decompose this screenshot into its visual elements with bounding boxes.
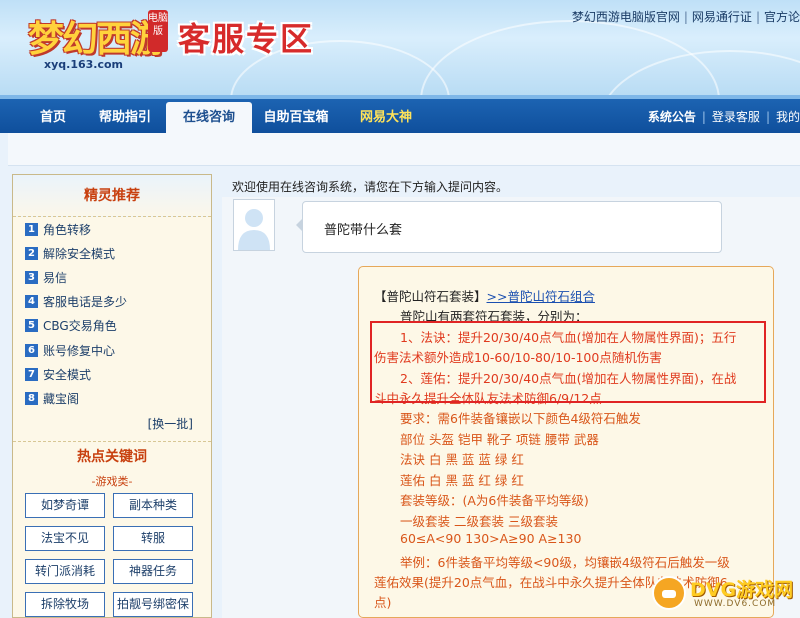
logo-text: 梦幻西游 (28, 18, 166, 60)
refresh-button[interactable]: [换一批] (13, 415, 211, 435)
list-item[interactable]: 2 解除安全模式 (25, 241, 199, 265)
user-silhouette-icon (238, 209, 270, 250)
item-label: 角色转移 (43, 222, 92, 237)
recommend-list: 1 角色转移 2 解除安全模式 3 易信 4 客服电话是多少 5 CBG交易角色 6 账号修… (13, 217, 211, 411)
list-item[interactable]: 1 角色转移 (25, 217, 199, 241)
reply-lianyou-row: 莲佑 白 黑 蓝 红 绿 红 (400, 473, 524, 488)
sidebar-title: 精灵推荐 (13, 175, 211, 217)
nav-mine[interactable]: 我的 (776, 110, 800, 124)
page-title: 客服专区 (178, 20, 315, 58)
nav-help[interactable]: 帮助指引 (90, 102, 160, 133)
logo-url: xyq.163.com (44, 58, 123, 71)
reply-title-bracket: 【普陀山符石套装】 (374, 289, 487, 304)
nav-self-service[interactable]: 自助百宝箱 (256, 102, 336, 133)
item-number: 8 (25, 391, 38, 405)
watermark-url: WWW.DV6.COM (694, 599, 777, 609)
keyword-button[interactable]: 神器任务 (113, 558, 193, 584)
top-link-passport[interactable]: 网易通行证 (692, 10, 752, 24)
item-label: 藏宝阁 (43, 391, 80, 406)
list-item[interactable]: 8 藏宝阁 (25, 386, 199, 410)
keyword-button[interactable]: 法宝不见 (25, 525, 105, 551)
reply-title-link[interactable]: >>普陀山符石组合 (487, 289, 595, 304)
list-item[interactable]: 7 安全模式 (25, 362, 199, 386)
sub-bar (8, 133, 800, 166)
highlight-box (370, 321, 766, 403)
item-label: 安全模式 (43, 367, 92, 382)
nav-announcement[interactable]: 系统公告 (648, 110, 696, 124)
nav-netease-dashen[interactable]: 网易大神 (348, 102, 424, 133)
list-item[interactable]: 3 易信 (25, 265, 199, 289)
sidebar: 精灵推荐 1 角色转移 2 解除安全模式 3 易信 4 客服电话是多少 5 CBG交易角色… (12, 174, 212, 618)
item-number: 7 (25, 367, 38, 381)
item-label: 客服电话是多少 (43, 295, 128, 310)
top-link-official[interactable]: 梦幻西游电脑版官网 (572, 10, 680, 24)
top-link-forum[interactable]: 官方论 (764, 10, 800, 24)
user-avatar (233, 199, 275, 251)
reply-requirement: 要求：需6件装备镶嵌以下颜色4级符石触发 (400, 411, 641, 426)
keyword-button[interactable]: 转门派消耗 (25, 558, 105, 584)
list-item[interactable]: 5 CBG交易角色 (25, 314, 199, 338)
welcome-text: 欢迎使用在线咨询系统，请您在下方输入提问内容。 (232, 180, 509, 194)
item-number: 5 (25, 319, 38, 333)
keyword-button[interactable]: 如梦奇谭 (25, 492, 105, 518)
hot-keywords-subtitle: -游戏类- (91, 474, 133, 488)
watermark-text: DVG游戏网 (690, 579, 794, 601)
item-label: 易信 (43, 270, 68, 285)
reply-example-c: 点) (374, 595, 392, 610)
item-label: CBG交易角色 (43, 319, 117, 334)
item-number: 6 (25, 343, 38, 357)
reply-fajue-row: 法诀 白 黑 蓝 蓝 绿 红 (400, 452, 524, 467)
top-links: 梦幻西游电脑版官网 | 网易通行证 | 官方论 (571, 10, 800, 24)
gamepad-icon (652, 576, 686, 610)
logo-badge: 电脑版 (148, 10, 168, 52)
nav-login[interactable]: 登录客服 (712, 110, 760, 124)
keyword-button[interactable]: 转服 (113, 525, 193, 551)
item-number: 2 (25, 246, 38, 260)
user-question: 普陀带什么套 (324, 223, 403, 238)
reply-levels: 一级套装 二级套装 三级套装 (400, 514, 558, 529)
item-label: 账号修复中心 (43, 343, 116, 358)
reply-parts: 部位 头盔 铠甲 靴子 项链 腰带 武器 (400, 432, 599, 447)
nav-strip (0, 95, 800, 99)
watermark: DVG游戏网 WWW.DV6.COM (650, 572, 800, 616)
nav-home[interactable]: 首页 (22, 102, 84, 133)
keyword-grid: 如梦奇谭 副本种类 法宝不见 转服 转门派消耗 神器任务 拆除牧场 拍靓号绑密保 (13, 492, 211, 617)
keyword-button[interactable]: 拆除牧场 (25, 591, 105, 617)
item-label: 解除安全模式 (43, 246, 116, 261)
reply-example-a: 举例：6件装备平均等级<90级，均镶嵌4级符石后触发一级 (400, 555, 730, 570)
hot-keywords-title: 热点关键词 (13, 440, 211, 471)
item-number: 4 (25, 295, 38, 309)
reply-title: 【普陀山符石套装】>>普陀山符石组合 (374, 286, 595, 305)
keyword-button[interactable]: 副本种类 (113, 492, 193, 518)
reply-level: 套装等级：(A为6件装备平均等级) (400, 493, 589, 508)
reply-ranges: 60≤A<90 130>A≥90 A≥130 (400, 531, 582, 546)
item-number: 3 (25, 270, 38, 284)
keyword-button[interactable]: 拍靓号绑密保 (113, 591, 193, 617)
nav-right-links: 系统公告 | 登录客服 | 我的 (647, 110, 800, 124)
nav-online-consult[interactable]: 在线咨询 (166, 102, 252, 133)
list-item[interactable]: 4 客服电话是多少 (25, 290, 199, 314)
item-number: 1 (25, 222, 38, 236)
list-item[interactable]: 6 账号修复中心 (25, 338, 199, 362)
game-logo[interactable]: 梦幻西游 xyq.163.com (10, 6, 170, 71)
